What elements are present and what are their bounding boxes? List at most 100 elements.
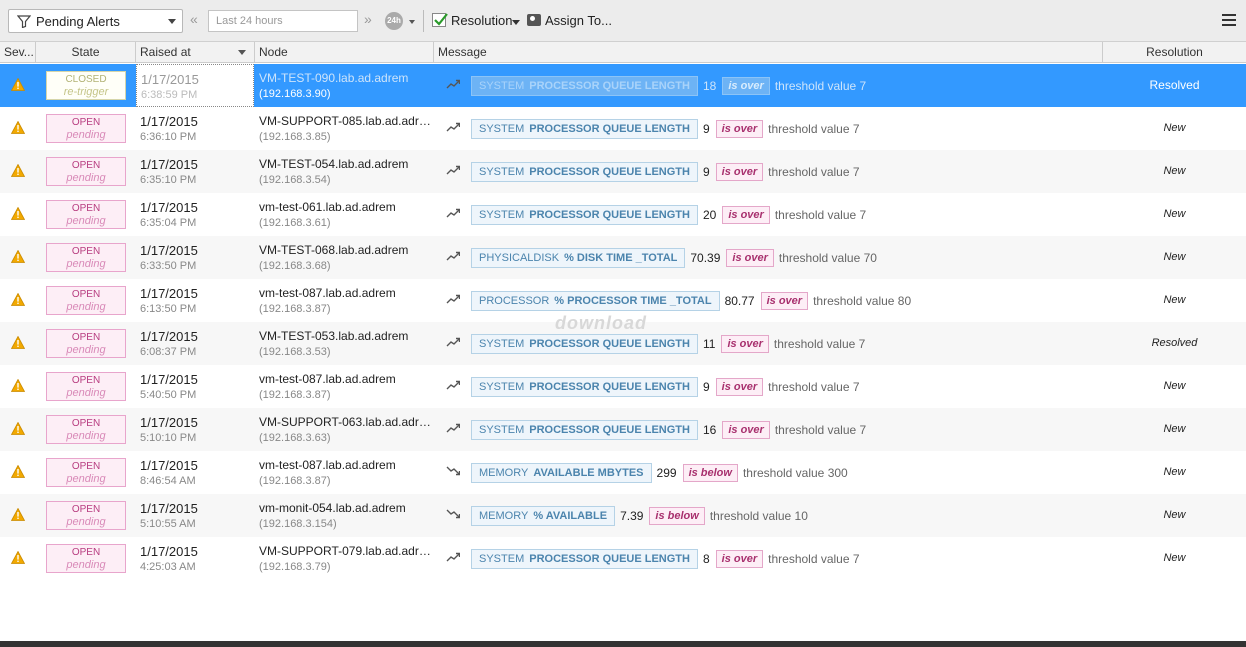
table-row[interactable]: OPEN pending 1/17/2015 6:36:10 PM VM-SUPPORT… xyxy=(0,107,1246,150)
column-raised-at-label: Raised at xyxy=(140,45,191,59)
node-name[interactable]: VM-SUPPORT-063.lab.ad.adrem xyxy=(259,415,433,429)
raised-date: 1/17/2015 xyxy=(140,243,198,258)
comparison-tag: is over xyxy=(722,206,770,224)
resolution-cell: New xyxy=(1163,509,1186,521)
trend-up-icon xyxy=(446,551,461,565)
metric-name: PROCESSOR QUEUE LENGTH xyxy=(529,338,690,350)
threshold-text: threshold value 7 xyxy=(774,79,867,93)
resolution-checkbox[interactable] xyxy=(432,13,448,27)
metric-category: SYSTEM xyxy=(479,553,525,565)
state-sublabel: re-trigger xyxy=(63,86,109,98)
severity-cell xyxy=(0,150,36,193)
resolution-cell: New xyxy=(1163,122,1186,134)
table-row[interactable]: OPEN pending 1/17/2015 5:40:50 PM vm-test-08… xyxy=(0,365,1246,408)
metric-tag: MEMORY AVAILABLE MBYTES xyxy=(471,463,652,483)
period-24h-icon[interactable]: 24h xyxy=(385,12,403,30)
raised-time: 6:36:10 PM xyxy=(140,131,197,143)
period-dropdown-icon[interactable] xyxy=(409,20,415,24)
table-row[interactable]: OPEN pending 1/17/2015 5:10:10 PM VM-SUPPORT… xyxy=(0,408,1246,451)
metric-name: % DISK TIME _TOTAL xyxy=(564,252,678,264)
time-range-input[interactable]: Last 24 hours xyxy=(208,10,358,32)
node-cell: VM-SUPPORT-063.lab.ad.adrem (192.168.3.63… xyxy=(255,408,433,451)
hamburger-menu-icon[interactable] xyxy=(1222,14,1236,28)
comparison-tag: is over xyxy=(715,163,764,181)
next-period-icon[interactable]: » xyxy=(364,11,372,27)
column-message[interactable]: Message xyxy=(434,42,1103,63)
metric-category: SYSTEM xyxy=(479,123,525,135)
column-node[interactable]: Node xyxy=(255,42,434,63)
node-name[interactable]: vm-monit-054.lab.ad.adrem xyxy=(259,501,433,515)
node-name[interactable]: vm-test-087.lab.ad.adrem xyxy=(259,286,433,300)
table-row[interactable]: OPEN pending 1/17/2015 6:33:50 PM VM-TEST-06… xyxy=(0,236,1246,279)
toolbar: Pending Alerts « Last 24 hours » 24h Res… xyxy=(0,0,1246,42)
table-row[interactable]: OPEN pending 1/17/2015 6:35:04 PM vm-test-06… xyxy=(0,193,1246,236)
node-name[interactable]: VM-TEST-068.lab.ad.adrem xyxy=(259,243,433,257)
state-cell: OPEN pending xyxy=(36,150,135,193)
metric-tag: SYSTEM PROCESSOR QUEUE LENGTH xyxy=(471,334,698,354)
metric-value: 299 xyxy=(656,466,677,480)
node-ip: (192.168.3.87) xyxy=(259,303,331,315)
state-label: OPEN xyxy=(71,547,101,558)
node-cell: VM-TEST-090.lab.ad.adrem (192.168.3.90) xyxy=(255,64,433,107)
column-raised-at[interactable]: Raised at xyxy=(136,42,255,63)
node-cell: VM-TEST-068.lab.ad.adrem (192.168.3.68) xyxy=(255,236,433,279)
node-name[interactable]: vm-test-087.lab.ad.adrem xyxy=(259,372,433,386)
threshold-text: threshold value 7 xyxy=(768,380,860,394)
state-badge: OPEN pending xyxy=(46,415,126,444)
table-row[interactable]: OPEN pending 1/17/2015 6:35:10 PM VM-TEST-05… xyxy=(0,150,1246,193)
raised-time: 8:46:54 AM xyxy=(140,475,196,487)
resolution-button[interactable]: Resolution xyxy=(451,13,512,28)
raised-at-cell: 1/17/2015 5:40:50 PM xyxy=(136,365,254,408)
resolution-dropdown-icon[interactable] xyxy=(512,20,520,25)
table-row[interactable]: OPEN pending 1/17/2015 5:10:55 AM vm-monit-0… xyxy=(0,494,1246,537)
metric-category: SYSTEM xyxy=(479,80,525,92)
threshold-text: threshold value 80 xyxy=(813,294,912,308)
metric-tag: PROCESSOR % PROCESSOR TIME _TOTAL xyxy=(471,291,720,311)
trend-up-icon xyxy=(446,164,461,178)
metric-tag: PHYSICALDISK % DISK TIME _TOTAL xyxy=(471,248,686,268)
node-name[interactable]: VM-TEST-053.lab.ad.adrem xyxy=(259,329,433,343)
metric-category: SYSTEM xyxy=(479,424,525,436)
metric-value: 18 xyxy=(702,79,717,93)
node-name[interactable]: VM-TEST-054.lab.ad.adrem xyxy=(259,157,433,171)
node-name[interactable]: VM-SUPPORT-085.lab.ad.adrem xyxy=(259,114,433,128)
assign-to-button[interactable]: Assign To... xyxy=(545,13,612,28)
node-ip: (192.168.3.79) xyxy=(259,561,331,573)
resolution-cell: New xyxy=(1163,208,1186,220)
column-resolution[interactable]: Resolution xyxy=(1103,42,1246,63)
previous-period-icon[interactable]: « xyxy=(190,11,198,27)
table-row[interactable]: CLOSED re-trigger 1/17/2015 6:38:59 PM VM-TE… xyxy=(0,64,1246,107)
table-row[interactable]: OPEN pending 1/17/2015 4:25:03 AM VM-SUPPORT… xyxy=(0,537,1246,580)
node-name[interactable]: VM-SUPPORT-079.lab.ad.adrem xyxy=(259,544,433,558)
alert-filter-dropdown[interactable]: Pending Alerts xyxy=(8,9,183,33)
metric-category: MEMORY xyxy=(479,510,529,522)
metric-name: PROCESSOR QUEUE LENGTH xyxy=(529,381,690,393)
state-label: OPEN xyxy=(71,117,101,128)
state-badge: OPEN pending xyxy=(46,544,126,573)
table-row[interactable]: OPEN pending 1/17/2015 8:46:54 AM vm-test-08… xyxy=(0,451,1246,494)
threshold-text: threshold value 7 xyxy=(768,122,860,136)
severity-cell xyxy=(0,537,36,580)
column-severity[interactable]: Sev... xyxy=(0,42,36,63)
metric-name: PROCESSOR QUEUE LENGTH xyxy=(529,209,690,221)
raised-time: 6:35:10 PM xyxy=(140,174,197,186)
resolution-cell: New xyxy=(1163,423,1186,435)
node-name[interactable]: VM-TEST-090.lab.ad.adrem xyxy=(259,71,433,85)
trend-down-icon xyxy=(446,465,461,479)
state-label: OPEN xyxy=(71,246,101,257)
metric-tag: SYSTEM PROCESSOR QUEUE LENGTH xyxy=(471,420,698,440)
node-name[interactable]: vm-test-087.lab.ad.adrem xyxy=(259,458,433,472)
column-state[interactable]: State xyxy=(36,42,136,63)
raised-at-cell: 1/17/2015 5:10:10 PM xyxy=(136,408,254,451)
alert-filter-label: Pending Alerts xyxy=(36,14,120,29)
warning-icon xyxy=(10,550,26,567)
node-ip: (192.168.3.87) xyxy=(259,475,331,487)
chevron-down-icon xyxy=(168,19,176,24)
toolbar-divider xyxy=(423,10,424,32)
node-name[interactable]: vm-test-061.lab.ad.adrem xyxy=(259,200,433,214)
node-cell: VM-TEST-054.lab.ad.adrem (192.168.3.54) xyxy=(255,150,433,193)
severity-cell xyxy=(0,494,36,537)
threshold-text: threshold value 7 xyxy=(768,552,860,566)
message-cell: MEMORY AVAILABLE MBYTES 299 is below thresho… xyxy=(434,451,1102,494)
raised-at-cell: 1/17/2015 6:33:50 PM xyxy=(136,236,254,279)
